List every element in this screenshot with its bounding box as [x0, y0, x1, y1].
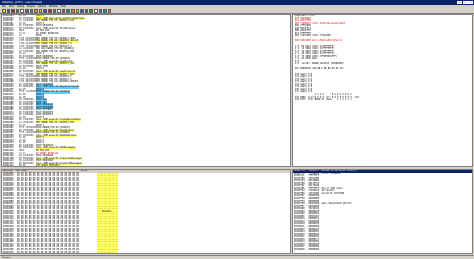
dump-hex: 00 00 00 00 00 00 00 00 00 00 00 00 00 0… — [17, 250, 79, 254]
run-icon[interactable] — [15, 9, 20, 13]
status-bar: Paused — [0, 255, 474, 259]
cpu-icon[interactable] — [80, 9, 84, 13]
window-title: OllyDbg - [CPU - main thread] — [2, 0, 42, 4]
dump-address: 004021F0 — [3, 250, 14, 254]
stack-row[interactable]: 00130040 00000000 — [293, 248, 472, 252]
step-over-icon[interactable] — [29, 9, 34, 13]
dump-ascii: ................ — [97, 250, 119, 254]
pause-icon[interactable] — [20, 9, 24, 13]
toolbar — [0, 8, 474, 14]
restart-icon[interactable] — [6, 9, 11, 13]
open-icon[interactable] — [2, 9, 6, 13]
windows-icon[interactable] — [71, 9, 75, 13]
execute-till-return-icon[interactable] — [43, 9, 47, 13]
runtrace-icon[interactable] — [103, 9, 107, 13]
maximize-button[interactable] — [462, 0, 468, 5]
dump-pane[interactable]: Address Hex dump ASCII 00402000 00 00 00 0… — [1, 169, 291, 254]
disassembly-pane[interactable]: 00401000 6A 00 PUSH 0 00401002 E8 D5020000 CA… — [1, 14, 291, 167]
dump-row[interactable]: 004021F0 00 00 00 00 00 00 00 00 00 00 00… — [2, 250, 290, 254]
trace-into-icon[interactable] — [34, 9, 38, 13]
registers-pane[interactable]: Registers (FPU) EAX 00000000 ECX 0012FFB0 E… — [292, 14, 473, 167]
trace-over-icon[interactable] — [38, 9, 43, 13]
patches-icon[interactable] — [84, 9, 89, 13]
source-icon[interactable] — [107, 9, 112, 13]
callstack-icon[interactable] — [89, 9, 93, 13]
memory-icon[interactable] — [61, 9, 66, 13]
register-line[interactable]: FCW 027F Prec NEAR,53 Mask 1 1 1 1 1 1 — [293, 98, 472, 102]
threads-icon[interactable] — [66, 9, 70, 13]
log-icon[interactable] — [52, 9, 57, 13]
close-window-button[interactable] — [468, 0, 473, 5]
stack-pane[interactable]: 0012FFC4 7C817077 RETURN to kernel32.7C8… — [292, 169, 473, 254]
handles-icon[interactable] — [75, 9, 80, 13]
references-icon[interactable] — [98, 9, 103, 13]
minimize-button[interactable] — [457, 0, 462, 5]
breakpoints-icon[interactable] — [94, 9, 98, 13]
goto-icon[interactable] — [48, 9, 52, 13]
step-into-icon[interactable] — [25, 9, 29, 13]
close-icon[interactable] — [11, 9, 15, 13]
modules-icon[interactable] — [57, 9, 61, 13]
